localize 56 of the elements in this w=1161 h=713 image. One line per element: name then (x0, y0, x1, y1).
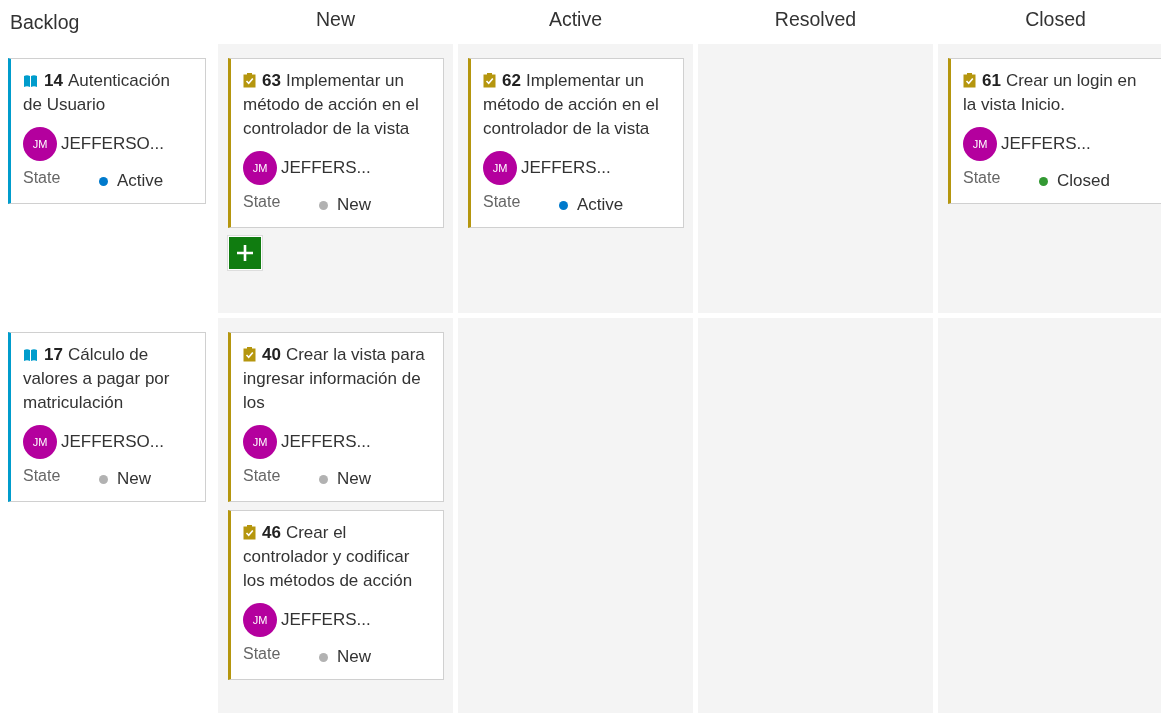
state-label: State (23, 466, 62, 486)
assignee-name: JEFFERS... (1001, 133, 1091, 155)
card-title[interactable]: 63 Implementar un método de acción en el controlador de la vista (243, 69, 428, 141)
add-button[interactable] (228, 236, 262, 270)
assignee-name: JEFFERSO... (61, 133, 164, 155)
plus-icon (236, 244, 254, 262)
avatar: JM (243, 603, 277, 637)
column-header: Closed (1025, 8, 1086, 31)
card-title[interactable]: 17 Cálculo de valores a pagar por matriculación (23, 343, 190, 415)
avatar: JM (23, 425, 57, 459)
avatar: JM (243, 151, 277, 185)
column-header: Resolved (774, 8, 857, 31)
state-label: State (243, 466, 282, 486)
book-icon (23, 74, 38, 88)
column-header: New (316, 8, 355, 31)
book-icon (23, 348, 38, 362)
state-value: New (337, 194, 371, 216)
card-title[interactable]: 62 Implementar un método de acción en el controlador de la vista (483, 69, 668, 141)
assignee-name: JEFFERS... (521, 157, 611, 179)
avatar: JM (243, 425, 277, 459)
work-item-card[interactable]: 40 Crear la vista para ingresar información de los JM JEFFERS... State New (228, 332, 444, 502)
assignee-name: JEFFERS... (281, 431, 371, 453)
state-value: New (337, 468, 371, 490)
column-header: Backlog (9, 11, 80, 34)
state-value: Closed (1057, 170, 1110, 192)
assignee-name: JEFFERS... (281, 157, 371, 179)
avatar: JM (483, 151, 517, 185)
work-item-card[interactable]: 61 Crear un login en la vista Inicio. JM JEFFERS... State Closed (948, 58, 1161, 204)
state-label: State (243, 192, 282, 212)
state-value: Active (117, 170, 164, 192)
clipboard-icon (243, 524, 256, 540)
state-label: State (483, 192, 522, 212)
avatar: JM (23, 127, 57, 161)
state-label: State (963, 168, 1002, 188)
state-label: State (23, 168, 62, 188)
state-value: Active (577, 194, 624, 216)
work-item-card[interactable]: 46 Crear el controlador y codificar los métodos de acción JM JEFFERS... State New (228, 510, 444, 680)
clipboard-icon (963, 72, 976, 88)
card-title[interactable]: 40 Crear la vista para ingresar información de los (243, 343, 428, 415)
work-item-card[interactable]: 62 Implementar un método de acción en el controlador de la vista JM JEFFERS... State Active (468, 58, 684, 228)
state-value: New (337, 646, 371, 668)
work-item-card[interactable]: 14 Autenticación de Usuario JM JEFFERSO... State Active (8, 58, 206, 204)
assignee-name: JEFFERSO... (61, 431, 164, 453)
clipboard-icon (243, 72, 256, 88)
clipboard-icon (243, 346, 256, 362)
state-label: State (243, 644, 282, 664)
work-item-card[interactable]: 17 Cálculo de valores a pagar por matriculación JM JEFFERSO... State New (8, 332, 206, 502)
card-title[interactable]: 14 Autenticación de Usuario (23, 69, 190, 117)
column-header: Active (548, 8, 603, 31)
clipboard-icon (483, 72, 496, 88)
card-title[interactable]: 61 Crear un login en la vista Inicio. (963, 69, 1148, 117)
avatar: JM (963, 127, 997, 161)
work-item-card[interactable]: 63 Implementar un método de acción en el controlador de la vista JM JEFFERS... State New (228, 58, 444, 228)
assignee-name: JEFFERS... (281, 609, 371, 631)
state-value: New (117, 468, 151, 490)
card-title[interactable]: 46 Crear el controlador y codificar los métodos de acción (243, 521, 428, 593)
